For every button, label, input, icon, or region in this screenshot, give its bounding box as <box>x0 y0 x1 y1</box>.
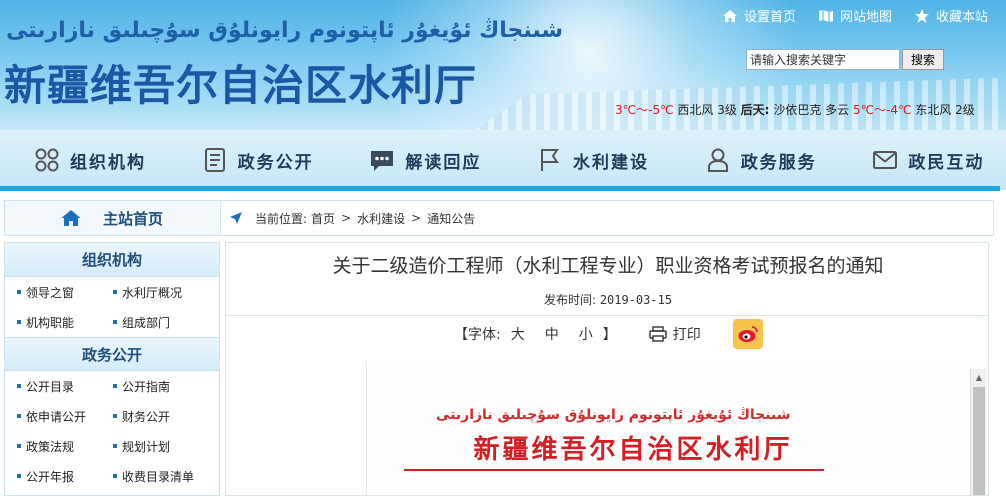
sidebar-item-by-request[interactable]: 依申请公开 <box>17 401 113 431</box>
scroll-up-arrow-icon[interactable]: ▲ <box>971 369 987 385</box>
font-medium-button[interactable]: 中 <box>545 324 559 344</box>
article-panel: 关于二级造价工程师（水利工程专业）职业资格考试预报名的通知 发布时间: 2019… <box>225 242 989 496</box>
nav-interaction-label: 政民互动 <box>908 152 985 173</box>
sidebar-item-fee-list[interactable]: 收费目录清单 <box>113 461 223 491</box>
printer-icon <box>649 326 667 342</box>
breadcrumb-separator: > <box>411 211 422 225</box>
article-tools: 【字体: 大 中 小 】 打印 <box>454 319 763 349</box>
document-icon <box>204 148 225 172</box>
search-input[interactable] <box>746 49 900 70</box>
home-icon <box>722 9 737 22</box>
scroll-thumb[interactable] <box>973 387 985 495</box>
uyghur-site-title: شىنجاڭ ئۇيغۇر ئاپتونوم رايونلۇق سۇچىلىق … <box>6 18 564 43</box>
sidebar-item-leaders[interactable]: 领导之窗 <box>17 277 113 307</box>
site-map-label: 网站地图 <box>839 10 892 25</box>
breadcrumb: 当前位置: 首页 > 水利建设 > 通知公告 <box>225 201 475 235</box>
print-label: 打印 <box>672 327 701 343</box>
flag-icon <box>541 149 559 171</box>
site-map-link[interactable]: 网站地图 <box>818 6 892 25</box>
main-nav: 组织机构 政务公开 解读回应 水利建设 政务服务 政民互动 <box>0 130 1006 190</box>
document-red-rule <box>404 469 824 471</box>
sidebar-item-finance[interactable]: 财务公开 <box>113 401 223 431</box>
sidebar-item-guide[interactable]: 公开指南 <box>113 371 223 401</box>
weather-temp-2: 5℃～-4℃ <box>852 103 912 117</box>
nav-interaction[interactable]: 政民互动 <box>838 130 1006 190</box>
search-button[interactable]: 搜索 <box>902 49 944 70</box>
home-tab-label: 主站首页 <box>103 209 164 228</box>
mail-icon <box>873 151 898 169</box>
breadcrumb-label: 当前位置: <box>255 211 308 226</box>
font-size-close: 】 <box>602 327 617 343</box>
nav-organization-label: 组织机构 <box>70 152 146 173</box>
search-box: 搜索 <box>746 49 944 70</box>
bookmark-link[interactable]: 收藏本站 <box>914 6 988 25</box>
chat-bubble-icon <box>371 151 394 171</box>
sidebar-item-annual-report[interactable]: 公开年报 <box>17 461 113 491</box>
set-homepage-link[interactable]: 设置首页 <box>722 6 796 25</box>
sidebar-item-functions[interactable]: 机构职能 <box>17 307 113 337</box>
font-small-button[interactable]: 小 <box>579 324 593 344</box>
nav-water-construction[interactable]: 水利建设 <box>503 130 671 190</box>
weather-wind-1: 西北风 3级 <box>677 103 737 117</box>
map-icon <box>818 9 833 22</box>
sidebar-item-planning[interactable]: 规划计划 <box>113 431 223 461</box>
print-button[interactable]: 打印 <box>649 324 701 344</box>
breadcrumb-notices[interactable]: 通知公告 <box>427 210 475 227</box>
nav-gov-services[interactable]: 政务服务 <box>671 130 839 190</box>
bookmark-label: 收藏本站 <box>935 10 988 25</box>
sidebar-item-departments[interactable]: 组成部门 <box>113 307 223 337</box>
site-title: 新疆维吾尔自治区水利厅 <box>4 61 478 110</box>
breadcrumb-separator: > <box>341 211 352 225</box>
grid-icon <box>35 148 59 172</box>
weather-temp-1: 3℃～-5℃ <box>615 103 674 117</box>
document-header: 新疆维吾尔自治区水利厅 <box>473 435 793 465</box>
sidebar-item-policy[interactable]: 政策法规 <box>17 431 113 461</box>
page: شىنجاڭ ئۇيغۇر ئاپتونوم رايونلۇق سۇچىلىق … <box>0 0 1006 496</box>
nav-water-construction-label: 水利建设 <box>573 152 650 173</box>
header-banner: شىنجاڭ ئۇيغۇر ئاپتونوم رايونلۇق سۇچىلىق … <box>0 0 1006 130</box>
nav-gov-services-label: 政务服务 <box>740 152 817 173</box>
breadcrumb-home[interactable]: 首页 <box>311 210 335 227</box>
set-homepage-label: 设置首页 <box>743 10 796 25</box>
weather-ticker: 3℃～-5℃ 西北风 3级 后天: 沙依巴克 多云 5℃～-4℃ 东北风 2级 <box>615 101 975 118</box>
location-arrow-icon <box>230 212 242 224</box>
font-large-button[interactable]: 大 <box>511 324 525 344</box>
sidebar-links: 公开目录 公开指南 依申请公开 财务公开 政策法规 规划计划 公开年报 收费目录… <box>5 371 219 491</box>
nav-gov-affairs-label: 政务公开 <box>237 152 314 173</box>
nav-underline <box>0 186 1000 191</box>
breadcrumb-water-construction[interactable]: 水利建设 <box>357 210 405 227</box>
nav-interpretation-label: 解读回应 <box>405 152 482 173</box>
nav-gov-affairs[interactable]: 政务公开 <box>168 130 336 190</box>
breadcrumb-bar: 主站首页 当前位置: 首页 > 水利建设 > 通知公告 <box>4 200 994 236</box>
date-value: 2019-03-15 <box>599 293 673 307</box>
sidebar-section-title: 组织机构 <box>5 243 219 277</box>
title-divider <box>226 315 988 316</box>
article-date: 发布时间: 2019-03-15 <box>226 291 988 308</box>
user-icon <box>707 148 728 172</box>
weather-day-label: 后天: <box>740 103 770 117</box>
weather-wind-2: 东北风 2级 <box>915 103 975 117</box>
weibo-icon <box>738 326 758 342</box>
star-icon <box>914 8 929 23</box>
sidebar-item-catalog[interactable]: 公开目录 <box>17 371 113 401</box>
date-label: 发布时间: <box>543 293 596 307</box>
font-size-label: 【字体: <box>454 327 501 343</box>
nav-interpretation[interactable]: 解读回应 <box>335 130 503 190</box>
weibo-share-button[interactable] <box>732 319 763 349</box>
weather-city: 沙依巴克 多云 <box>773 103 850 117</box>
document-uyghur-header: شىنجاڭ ئۇيغۇر ئاپتونوم رايونلۇق سۇچىلىق … <box>436 407 791 423</box>
sidebar-section-title: 政务公开 <box>5 337 219 371</box>
top-links: 设置首页 网站地图 收藏本站 <box>722 6 988 25</box>
sidebar-item-overview[interactable]: 水利厅概况 <box>113 277 223 307</box>
home-tab[interactable]: 主站首页 <box>5 201 221 235</box>
article-title: 关于二级造价工程师（水利工程专业）职业资格考试预报名的通知 <box>332 255 884 277</box>
sidebar: 组织机构 领导之窗 水利厅概况 机构职能 组成部门 政务公开 公开目录 公开指南… <box>4 242 220 496</box>
sidebar-links: 领导之窗 水利厅概况 机构职能 组成部门 <box>5 277 219 337</box>
nav-organization[interactable]: 组织机构 <box>0 130 168 190</box>
document-scrollbar[interactable]: ▲ <box>970 369 987 495</box>
home-icon <box>61 210 81 226</box>
